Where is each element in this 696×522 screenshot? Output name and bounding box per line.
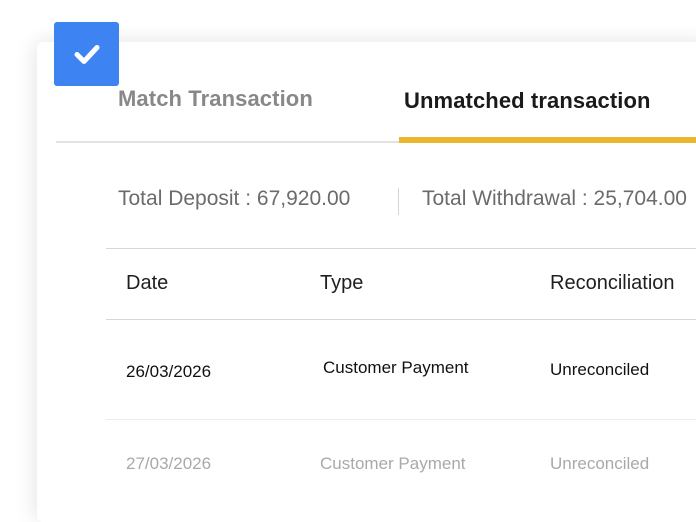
total-withdrawal: Total Withdrawal : 25,704.00 [422,187,687,210]
row-reconciliation-status: Unreconciled [550,454,650,473]
row-type: Customer Payment [320,454,466,473]
tab-match-transaction[interactable]: Match Transaction [118,86,313,112]
table-header-border [106,319,696,320]
column-header-date[interactable]: Date [126,272,168,295]
column-header-type[interactable]: Type [320,272,363,295]
row-type: Customer Payment [323,358,469,377]
row-divider [106,419,696,420]
tab-unmatched-transaction[interactable]: Unmatched transaction [404,88,651,114]
column-header-reconciliation[interactable]: Reconciliation [550,272,675,295]
table-top-border [106,248,696,249]
checkmark-icon [74,45,99,64]
row-date: 26/03/2026 [126,362,212,381]
row-reconciliation-status: Unreconciled [550,360,650,379]
select-checkbox[interactable] [54,22,119,86]
totals-separator [398,188,399,215]
row-date: 27/03/2026 [126,454,212,473]
active-tab-indicator [399,137,696,143]
total-deposit: Total Deposit : 67,920.00 [118,187,351,210]
